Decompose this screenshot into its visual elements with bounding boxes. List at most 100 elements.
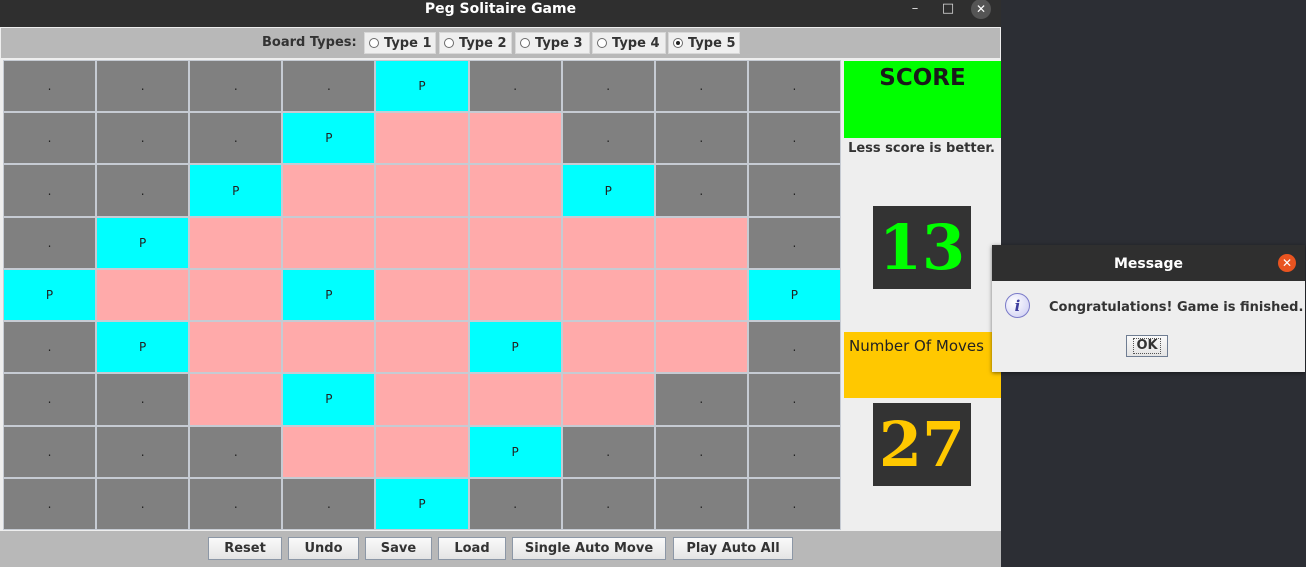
board-cell-blocked[interactable]: .	[4, 426, 96, 477]
close-icon[interactable]: ✕	[1278, 254, 1296, 272]
single-auto-move-button[interactable]: Single Auto Move	[512, 537, 666, 560]
board-cell-blocked[interactable]: .	[190, 61, 282, 112]
board-cell-blocked[interactable]: .	[655, 478, 747, 529]
radio-type-2[interactable]: Type 2	[439, 32, 512, 54]
minimize-icon[interactable]: –	[904, 0, 926, 20]
board-cell-blocked[interactable]: .	[655, 165, 747, 216]
board-cell-empty[interactable]	[376, 217, 468, 268]
board-cell-blocked[interactable]: .	[4, 322, 96, 373]
board-cell-blocked[interactable]: .	[97, 165, 189, 216]
board-cell-blocked[interactable]: .	[562, 478, 654, 529]
board-cell-blocked[interactable]: .	[283, 61, 375, 112]
board-cell-blocked[interactable]: .	[655, 426, 747, 477]
board-cell-blocked[interactable]: .	[97, 374, 189, 425]
board-cell-peg[interactable]: P	[97, 322, 189, 373]
board-cell-blocked[interactable]: .	[97, 426, 189, 477]
board-cell-empty[interactable]	[562, 269, 654, 321]
board-cell-peg[interactable]: P	[283, 269, 375, 321]
board-cell-empty[interactable]	[469, 165, 561, 216]
board-cell-blocked[interactable]: .	[97, 113, 189, 164]
board-cell-empty[interactable]	[562, 217, 654, 268]
board-cell-blocked[interactable]: .	[190, 426, 282, 477]
close-icon[interactable]: ✕	[971, 0, 991, 19]
board-cell-empty[interactable]	[655, 269, 747, 321]
maximize-icon[interactable]: □	[937, 0, 959, 20]
board-cell-peg[interactable]: P	[190, 165, 282, 216]
board-cell-blocked[interactable]: .	[562, 426, 654, 477]
board-cell-peg[interactable]: P	[469, 426, 561, 477]
board-cell-empty[interactable]	[469, 269, 561, 321]
board-cell-empty[interactable]	[655, 322, 747, 373]
board-cell-empty[interactable]	[376, 269, 468, 321]
board-cell-blocked[interactable]: .	[655, 61, 747, 112]
board-cell-blocked[interactable]: .	[4, 478, 96, 529]
board-cell-empty[interactable]	[283, 322, 375, 373]
radio-type-3[interactable]: Type 3	[515, 32, 590, 54]
board-cell-blocked[interactable]: .	[748, 426, 840, 477]
board-cell-blocked[interactable]: .	[469, 61, 561, 112]
board-cell-empty[interactable]	[283, 165, 375, 216]
board-cell-blocked[interactable]: .	[748, 113, 840, 164]
board-cell-blocked[interactable]: .	[748, 478, 840, 529]
board-cell-peg[interactable]: P	[748, 269, 840, 321]
board-cell-peg[interactable]: P	[376, 478, 468, 529]
board-cell-empty[interactable]	[655, 217, 747, 268]
board-cell-empty[interactable]	[376, 113, 468, 164]
board-cell-blocked[interactable]: .	[655, 113, 747, 164]
board-cell-empty[interactable]	[283, 426, 375, 477]
board-cell-empty[interactable]	[190, 269, 282, 321]
board-cell-peg[interactable]: P	[97, 217, 189, 268]
board-cell-empty[interactable]	[469, 217, 561, 268]
play-auto-all-button[interactable]: Play Auto All	[673, 537, 793, 560]
board-cell-blocked[interactable]: .	[748, 374, 840, 425]
radio-label: Type 5	[688, 35, 736, 51]
board-cell-empty[interactable]	[376, 374, 468, 425]
board-cell-peg[interactable]: P	[562, 165, 654, 216]
board-cell-empty[interactable]	[469, 374, 561, 425]
undo-button[interactable]: Undo	[288, 537, 359, 560]
board-cell-empty[interactable]	[190, 322, 282, 373]
board-cell-blocked[interactable]: .	[748, 165, 840, 216]
board-cell-blocked[interactable]: .	[97, 61, 189, 112]
board-cell-empty[interactable]	[190, 217, 282, 268]
board-cell-empty[interactable]	[376, 165, 468, 216]
board-cell-empty[interactable]	[97, 269, 189, 321]
radio-type-5[interactable]: Type 5	[668, 32, 740, 54]
ok-button[interactable]: OK	[1126, 335, 1168, 357]
board-cell-blocked[interactable]: .	[4, 61, 96, 112]
board-cell-empty[interactable]	[376, 426, 468, 477]
board-cell-blocked[interactable]: .	[562, 113, 654, 164]
board-cell-empty[interactable]	[469, 113, 561, 164]
board-cell-blocked[interactable]: .	[748, 217, 840, 268]
radio-label: Type 1	[384, 35, 432, 51]
board-cell-peg[interactable]: P	[4, 269, 96, 321]
board-cell-peg[interactable]: P	[283, 374, 375, 425]
board-cell-blocked[interactable]: .	[469, 478, 561, 529]
reset-button[interactable]: Reset	[208, 537, 282, 560]
board-cell-blocked[interactable]: .	[562, 61, 654, 112]
load-button[interactable]: Load	[438, 537, 506, 560]
board-cell-blocked[interactable]: .	[4, 165, 96, 216]
board-cell-peg[interactable]: P	[469, 322, 561, 373]
window-title: Peg Solitaire Game	[424, 1, 577, 17]
board-cell-blocked[interactable]: .	[748, 322, 840, 373]
board-cell-empty[interactable]	[190, 374, 282, 425]
board-cell-peg[interactable]: P	[283, 113, 375, 164]
board-cell-peg[interactable]: P	[376, 61, 468, 112]
board-cell-blocked[interactable]: .	[655, 374, 747, 425]
board-cell-blocked[interactable]: .	[190, 478, 282, 529]
board-cell-empty[interactable]	[562, 374, 654, 425]
board-cell-empty[interactable]	[283, 217, 375, 268]
board-cell-empty[interactable]	[376, 322, 468, 373]
board-cell-blocked[interactable]: .	[748, 61, 840, 112]
radio-type-1[interactable]: Type 1	[364, 32, 436, 54]
board-cell-blocked[interactable]: .	[4, 217, 96, 268]
board-cell-blocked[interactable]: .	[4, 374, 96, 425]
board-cell-blocked[interactable]: .	[4, 113, 96, 164]
board-cell-blocked[interactable]: .	[97, 478, 189, 529]
radio-type-4[interactable]: Type 4	[592, 32, 666, 54]
save-button[interactable]: Save	[365, 537, 432, 560]
board-cell-empty[interactable]	[562, 322, 654, 373]
board-cell-blocked[interactable]: .	[190, 113, 282, 164]
board-cell-blocked[interactable]: .	[283, 478, 375, 529]
